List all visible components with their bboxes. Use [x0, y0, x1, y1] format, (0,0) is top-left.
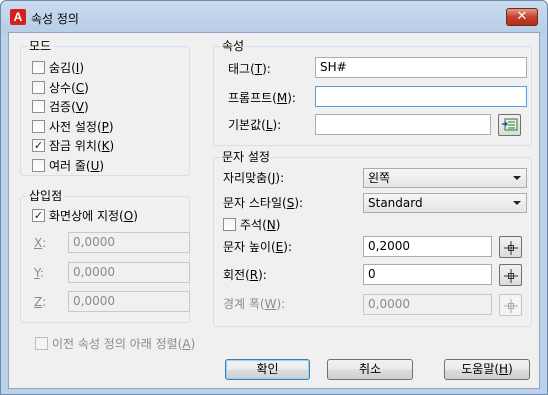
invisible-label: 숨김(I): [49, 60, 84, 75]
preset-label: 사전 설정(P): [49, 119, 114, 134]
annotative-label: 주석(N): [240, 217, 281, 232]
window-title: 속성 정의: [31, 12, 79, 26]
invisible-checkbox-box[interactable]: [32, 60, 45, 74]
text-settings-group-title: 문자 설정: [220, 150, 272, 164]
dialog-client-area: 모드 숨김(I) 상수(C) 검증(V) 사전 설정(P) ✓ 잠금 위치(K)…: [8, 32, 540, 389]
verify-checkbox-box[interactable]: [32, 99, 45, 113]
justification-value: 왼쪽: [368, 171, 391, 185]
cancel-button[interactable]: 취소: [327, 359, 413, 380]
align-below-checkbox-box[interactable]: [35, 336, 48, 350]
preset-checkbox-box[interactable]: [32, 119, 45, 133]
preset-checkbox[interactable]: 사전 설정(P): [32, 118, 114, 134]
text-style-label: 문자 스타일(S):: [223, 196, 304, 210]
specify-on-screen-checkbox-box[interactable]: ✓: [32, 208, 45, 222]
y-label: Y:: [34, 266, 44, 280]
verify-label: 검증(V): [49, 99, 89, 114]
default-label: 기본값(L):: [228, 118, 282, 132]
multiple-lines-checkbox-box[interactable]: [32, 158, 45, 172]
text-style-dropdown[interactable]: Standard: [363, 193, 527, 213]
justification-dropdown[interactable]: 왼쪽: [363, 168, 527, 188]
x-field[interactable]: 0,0000: [68, 232, 190, 253]
text-height-field[interactable]: 0,2000: [363, 236, 492, 257]
y-field[interactable]: 0,0000: [68, 262, 190, 283]
pick-height-button[interactable]: [499, 236, 522, 258]
lock-position-label: 잠금 위치(K): [49, 138, 115, 153]
text-height-label: 문자 높이(E):: [223, 240, 292, 254]
prompt-field[interactable]: [315, 86, 527, 107]
crosshair-icon: [504, 241, 518, 255]
pick-boundary-button[interactable]: [499, 294, 522, 316]
text-style-value: Standard: [368, 196, 423, 210]
justification-label: 자리맞춤(J):: [223, 171, 285, 185]
invisible-checkbox[interactable]: 숨김(I): [32, 59, 84, 75]
tag-label: 태그(T):: [228, 62, 271, 76]
align-below-checkbox[interactable]: 이전 속성 정의 아래 정렬(A): [35, 335, 195, 351]
multiple-lines-checkbox[interactable]: 여러 줄(U): [32, 157, 104, 173]
constant-checkbox[interactable]: 상수(C): [32, 79, 89, 95]
lock-position-checkbox-box[interactable]: ✓: [32, 138, 45, 152]
constant-checkbox-box[interactable]: [32, 80, 45, 94]
pick-rotation-button[interactable]: [499, 264, 522, 286]
annotative-checkbox-box[interactable]: [223, 217, 236, 231]
insert-field-icon: [502, 118, 518, 131]
default-field[interactable]: [315, 114, 491, 135]
crosshair-icon: [504, 269, 518, 283]
attribute-group-title: 속성: [220, 39, 247, 53]
tag-field[interactable]: SH#: [315, 57, 527, 78]
rotation-field[interactable]: 0: [363, 264, 492, 285]
attribute-definition-window: A 속성 정의 ✕ 모드 숨김(I) 상수(C) 검증(V) 사전 설정(P) …: [0, 0, 548, 395]
autocad-logo-icon: A: [10, 9, 26, 25]
boundary-width-label: 경계 폭(W):: [223, 297, 286, 311]
ok-button[interactable]: 확인: [225, 359, 310, 380]
prompt-label: 프롬프트(M):: [228, 91, 296, 105]
rotation-label: 회전(R):: [223, 268, 267, 282]
annotative-checkbox[interactable]: 주석(N): [223, 216, 280, 232]
close-button[interactable]: ✕: [506, 8, 538, 26]
x-label: X:: [34, 236, 47, 250]
multiple-lines-label: 여러 줄(U): [49, 158, 105, 173]
insert-field-button[interactable]: [498, 114, 521, 136]
lock-position-checkbox[interactable]: ✓ 잠금 위치(K): [32, 137, 114, 153]
verify-checkbox[interactable]: 검증(V): [32, 98, 89, 114]
crosshair-icon: [504, 299, 518, 313]
z-label: Z:: [34, 295, 47, 309]
chevron-down-icon: [513, 201, 521, 205]
align-below-label: 이전 속성 정의 아래 정렬(A): [52, 336, 196, 351]
chevron-down-icon: [513, 176, 521, 180]
mode-group-title: 모드: [27, 39, 54, 53]
boundary-width-field[interactable]: 0,0000: [363, 294, 492, 315]
specify-on-screen-checkbox[interactable]: ✓ 화면상에 지정(O): [32, 207, 138, 223]
insertion-point-group-title: 삽입점: [27, 189, 65, 203]
title-bar: A 속성 정의 ✕: [1, 1, 547, 34]
specify-on-screen-label: 화면상에 지정(O): [49, 208, 138, 223]
constant-label: 상수(C): [49, 80, 89, 95]
z-field[interactable]: 0,0000: [68, 291, 190, 312]
help-button[interactable]: 도움말(H): [444, 359, 530, 380]
